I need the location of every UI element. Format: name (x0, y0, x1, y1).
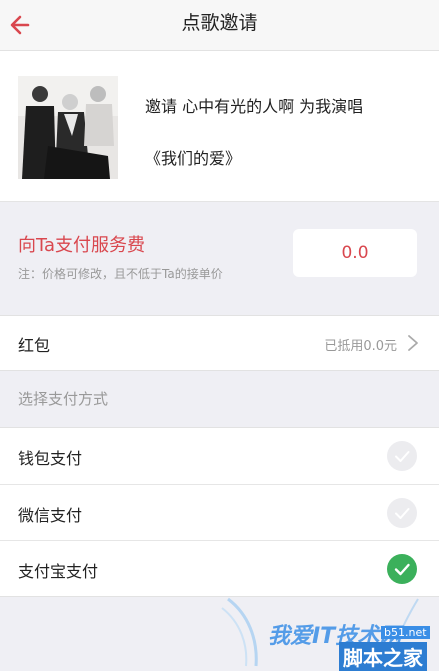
red-packet-label: 红包 (18, 336, 51, 355)
checked-circle-icon[interactable] (387, 554, 417, 584)
service-fee-note: 注：价格可修改，且不低于Ta的接单价 (18, 267, 223, 281)
payment-option-wechat[interactable]: 微信支付 (0, 484, 439, 541)
payment-option-wallet[interactable]: 钱包支付 (0, 428, 439, 484)
unchecked-circle-icon[interactable] (387, 441, 417, 471)
service-fee-label: 向Ta支付服务费 (18, 235, 146, 256)
service-fee-section: 向Ta支付服务费 注：价格可修改，且不低于Ta的接单价 (0, 202, 439, 312)
nav-bar: 点歌邀请 (0, 0, 439, 51)
watermark-logo-icon (221, 597, 419, 669)
album-cover-image (18, 76, 118, 179)
invite-card: 邀请 心中有光的人啊 为我演唱 《我们的爱》 (0, 51, 439, 202)
service-fee-input[interactable] (293, 229, 417, 277)
payment-method-list: 钱包支付 微信支付 支付宝支付 (0, 427, 439, 597)
watermark-site: b51.net (381, 626, 430, 639)
payment-method-header: 选择支付方式 (18, 390, 109, 408)
payment-option-label: 微信支付 (18, 506, 83, 525)
back-arrow-icon[interactable] (8, 10, 38, 40)
watermark-text: 我爱IT技术网 (268, 624, 402, 649)
red-packet-value: 已抵用0.0元 (324, 339, 397, 354)
payment-option-label: 钱包支付 (18, 449, 83, 468)
watermark-home: 脚本之家 (339, 642, 427, 671)
site-watermark: 我爱IT技术网 b51.net 脚本之家 (218, 594, 439, 671)
payment-option-alipay[interactable]: 支付宝支付 (0, 540, 439, 597)
invite-message: 邀请 心中有光的人啊 为我演唱 (145, 97, 364, 116)
song-title: 《我们的爱》 (145, 149, 242, 168)
payment-option-label: 支付宝支付 (18, 562, 99, 581)
red-packet-row[interactable]: 红包 已抵用0.0元 (0, 315, 439, 371)
unchecked-circle-icon[interactable] (387, 498, 417, 528)
page-title: 点歌邀请 (181, 12, 258, 34)
chevron-right-icon (408, 335, 418, 351)
